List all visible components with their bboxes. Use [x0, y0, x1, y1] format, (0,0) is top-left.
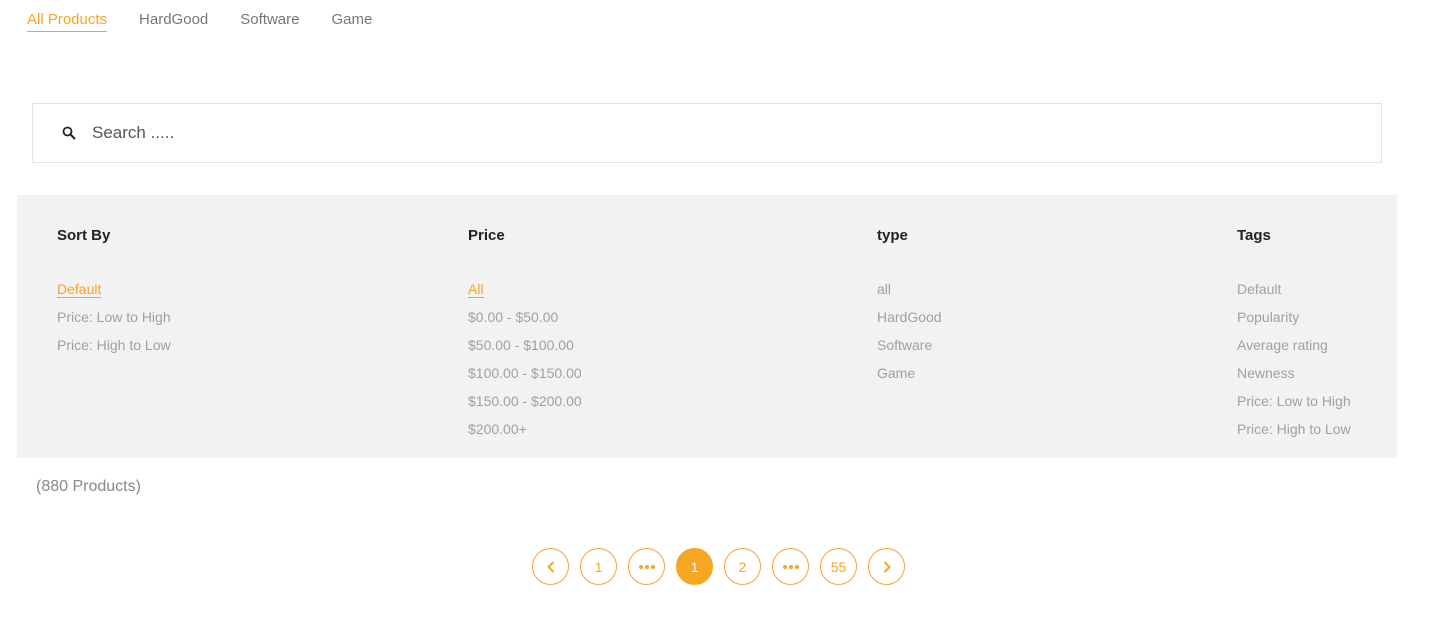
page-button-current[interactable]: 1 [676, 548, 713, 585]
tag-option-popularity[interactable]: Popularity [1237, 303, 1351, 331]
page-button-55[interactable]: 55 [820, 548, 857, 585]
type-option-software[interactable]: Software [877, 331, 942, 359]
tab-software[interactable]: Software [240, 10, 299, 32]
search-icon [62, 126, 76, 140]
price-option-200-plus[interactable]: $200.00+ [468, 415, 582, 443]
tab-hardgood[interactable]: HardGood [139, 10, 208, 32]
price-option-0-50[interactable]: $0.00 - $50.00 [468, 303, 582, 331]
search-box [32, 103, 1382, 163]
price-option-all[interactable]: All [468, 275, 582, 303]
sort-option-default-label: Default [57, 281, 102, 298]
chevron-left-icon [547, 561, 554, 572]
sort-option-price-high-low[interactable]: Price: High to Low [57, 331, 171, 359]
tag-option-default[interactable]: Default [1237, 275, 1351, 303]
page-button-1[interactable]: 1 [580, 548, 617, 585]
type-option-all[interactable]: all [877, 275, 942, 303]
prev-page-button[interactable] [532, 548, 569, 585]
price-option-150-200[interactable]: $150.00 - $200.00 [468, 387, 582, 415]
tab-game[interactable]: Game [331, 10, 372, 32]
page-ellipsis-button[interactable] [772, 548, 809, 585]
sort-option-default[interactable]: Default [57, 275, 171, 303]
category-tabs: All Products HardGood Software Game [27, 10, 404, 32]
tag-option-price-low-high[interactable]: Price: Low to High [1237, 387, 1351, 415]
sort-option-price-low-high[interactable]: Price: Low to High [57, 303, 171, 331]
ellipsis-icon [782, 564, 799, 569]
type-option-game[interactable]: Game [877, 359, 942, 387]
chevron-right-icon [883, 561, 890, 572]
type-option-hardgood[interactable]: HardGood [877, 303, 942, 331]
sort-by-heading: Sort By [57, 227, 111, 244]
search-input[interactable] [92, 123, 1292, 143]
next-page-button[interactable] [868, 548, 905, 585]
price-column: Price All $0.00 - $50.00 $50.00 - $100.0… [468, 225, 582, 443]
type-heading: type [877, 227, 908, 244]
filter-panel: Sort By Default Price: Low to High Price… [17, 195, 1397, 458]
tags-heading: Tags [1237, 227, 1271, 244]
tag-option-average-rating[interactable]: Average rating [1237, 331, 1351, 359]
price-option-all-label: All [468, 281, 484, 298]
page-ellipsis-button[interactable] [628, 548, 665, 585]
page-button-2[interactable]: 2 [724, 548, 761, 585]
pagination: 1 1 2 55 [532, 548, 905, 585]
price-heading: Price [468, 227, 505, 244]
tag-option-price-high-low[interactable]: Price: High to Low [1237, 415, 1351, 443]
price-option-50-100[interactable]: $50.00 - $100.00 [468, 331, 582, 359]
page: All Products HardGood Software Game Sort… [0, 0, 1451, 639]
tag-option-newness[interactable]: Newness [1237, 359, 1351, 387]
product-count: (880 Products) [36, 478, 141, 495]
tags-column: Tags Default Popularity Average rating N… [1237, 225, 1351, 443]
sort-by-column: Sort By Default Price: Low to High Price… [57, 225, 171, 359]
tab-all-products[interactable]: All Products [27, 10, 108, 32]
type-column: type all HardGood Software Game [877, 225, 942, 387]
price-option-100-150[interactable]: $100.00 - $150.00 [468, 359, 582, 387]
ellipsis-icon [638, 564, 655, 569]
